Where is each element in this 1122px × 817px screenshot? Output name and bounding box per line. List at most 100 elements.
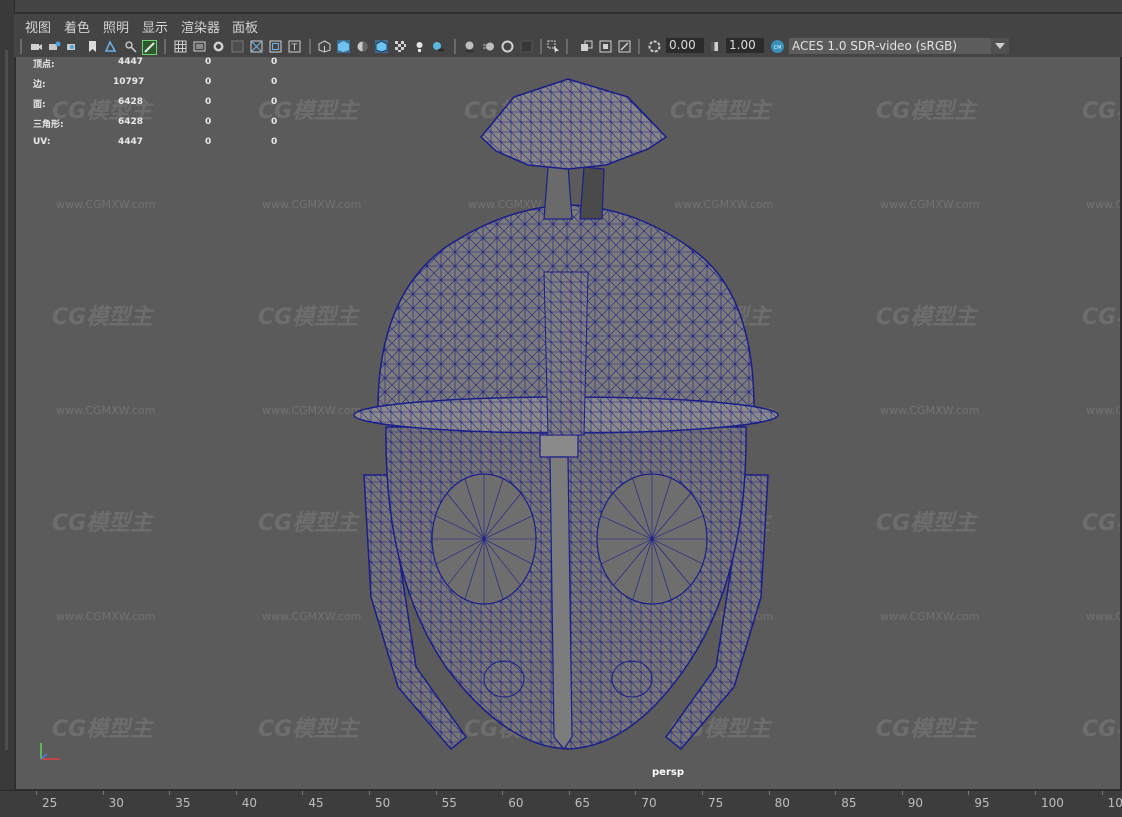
isolate-select-icon[interactable] xyxy=(547,40,560,53)
bookmark-icon[interactable] xyxy=(86,40,99,53)
hud-value: 0 xyxy=(205,77,212,87)
camera-name-label: persp xyxy=(652,767,684,778)
wireframe-icon[interactable] xyxy=(318,40,331,53)
hud-value: 4447 xyxy=(118,57,144,67)
2d-pan-icon[interactable] xyxy=(124,40,137,53)
time-slider-ruler[interactable]: 25 30 35 40 45 50 55 60 65 70 75 80 85 90 95 100 10 xyxy=(0,790,1122,817)
watermark-logo: CG模型主 xyxy=(876,99,977,124)
watermark-url: www.CGMXW.com xyxy=(56,610,156,623)
watermark-logo: CG模型主 xyxy=(876,305,977,330)
resolution-gate-icon[interactable] xyxy=(212,40,225,53)
hud-row-edges: 边: 10797 0 0 xyxy=(33,77,303,90)
hud-label: UV: xyxy=(33,137,51,147)
xray-icon[interactable] xyxy=(580,40,593,53)
helmet-wireframe-model[interactable] xyxy=(336,77,796,757)
ruler-tick xyxy=(568,791,570,795)
crest-stem-left xyxy=(543,164,573,220)
watermark-url: www.CGMXW.com xyxy=(880,610,980,623)
ruler-tick xyxy=(435,791,437,795)
menu-view[interactable]: 视图 xyxy=(25,17,51,36)
exposure-icon[interactable] xyxy=(648,40,661,53)
panel-toolbar: T 0.00 1.00 CM ACES 1.0 SDR-video (sRGB) xyxy=(14,36,1122,58)
ruler-tick xyxy=(768,791,770,795)
perspective-viewport[interactable]: CG模型主 www.CGMXW.com CG模型主 www.CGMXW.com CG模型… xyxy=(16,57,1120,789)
hud-value: 0 xyxy=(205,117,212,127)
safe-action-icon[interactable] xyxy=(269,40,282,53)
toolbar-separator xyxy=(454,39,456,54)
smooth-wireframe-icon[interactable] xyxy=(375,40,388,53)
lighting-icon[interactable] xyxy=(413,40,426,53)
select-camera-icon[interactable] xyxy=(30,40,43,53)
hud-value: 6428 xyxy=(118,97,144,107)
ruler-tick-label: 10 xyxy=(1107,796,1122,810)
ruler-tick xyxy=(1035,791,1036,795)
camera-lock-icon[interactable] xyxy=(66,40,79,53)
menu-panels[interactable]: 面板 xyxy=(232,17,258,36)
grease-pencil-icon[interactable] xyxy=(142,40,157,55)
ruler-tick-label: 45 xyxy=(308,796,324,810)
hud-label: 边: xyxy=(33,80,46,90)
color-management-select[interactable]: ACES 1.0 SDR-video (sRGB) xyxy=(789,38,1009,54)
watermark-url: www.CGMXW.com xyxy=(56,198,156,211)
textured-icon[interactable] xyxy=(394,40,407,53)
screen-space-ao-icon[interactable] xyxy=(463,40,476,53)
ocio-icon[interactable]: CM xyxy=(770,39,785,54)
color-management-value: ACES 1.0 SDR-video (sRGB) xyxy=(792,39,958,53)
default-material-icon[interactable] xyxy=(356,40,369,53)
ruler-tick xyxy=(169,791,171,795)
hud-value: 0 xyxy=(205,97,212,107)
ruler-tick-label: 55 xyxy=(441,796,457,810)
shadows-icon[interactable] xyxy=(432,40,445,53)
gate-mask-icon[interactable] xyxy=(231,40,244,53)
crest-stem-right xyxy=(579,166,605,220)
depth-of-field-icon[interactable] xyxy=(520,40,533,53)
exposure-field[interactable]: 0.00 xyxy=(666,38,704,53)
field-chart-icon[interactable] xyxy=(250,40,263,53)
ruler-tick xyxy=(635,791,637,795)
watermark-url: www.CGMXW.com xyxy=(880,198,980,211)
toolbar-separator xyxy=(164,39,166,54)
hud-row-uvs: UV: 4447 0 0 xyxy=(33,137,303,149)
menu-lighting[interactable]: 照明 xyxy=(103,17,129,36)
hud-value: 0 xyxy=(205,57,212,67)
ruler-tick-label: 95 xyxy=(974,796,990,810)
multisample-icon[interactable] xyxy=(501,40,514,53)
ruler-tick xyxy=(835,791,837,795)
camera-attr-icon[interactable] xyxy=(48,40,61,53)
image-plane-icon[interactable] xyxy=(104,40,117,53)
hud-row-vertices: 顶点: 4447 0 0 xyxy=(33,57,303,70)
watermark-url: www.CGMXW.com xyxy=(56,404,156,417)
menu-renderer[interactable]: 渲染器 xyxy=(181,17,220,36)
hud-value: 10797 xyxy=(113,77,145,87)
watermark-url: www.CGMXW.com xyxy=(1086,198,1120,211)
hud-value: 0 xyxy=(205,137,212,147)
grid-icon[interactable] xyxy=(174,40,187,53)
hud-row-faces: 面: 6428 0 0 xyxy=(33,97,303,110)
menu-show[interactable]: 显示 xyxy=(142,17,168,36)
toolbar-separator xyxy=(566,39,568,54)
ruler-tick-label: 35 xyxy=(175,796,191,810)
ruler-tick-label: 30 xyxy=(108,796,124,810)
menu-shading[interactable]: 着色 xyxy=(64,17,90,36)
ruler-tick xyxy=(901,791,903,795)
safe-title-icon[interactable]: T xyxy=(288,40,301,53)
hud-value: 0 xyxy=(271,57,278,67)
ruler-tick xyxy=(1101,791,1103,795)
watermark-logo: CG模型主 xyxy=(52,511,153,536)
ruler-tick-label: 25 xyxy=(42,796,58,810)
backface-icon[interactable] xyxy=(618,40,631,53)
nose-guard-cap xyxy=(539,434,579,458)
hud-value: 0 xyxy=(271,77,278,87)
ruler-tick-label: 80 xyxy=(774,796,790,810)
watermark-logo: CG模型主 xyxy=(876,511,977,536)
gamma-icon[interactable] xyxy=(708,40,721,53)
smooth-shade-icon[interactable] xyxy=(337,40,350,53)
film-gate-icon[interactable] xyxy=(193,40,206,53)
xray-joints-icon[interactable] xyxy=(599,40,612,53)
gamma-field[interactable]: 1.00 xyxy=(726,38,764,53)
chevron-down-icon[interactable] xyxy=(991,38,1009,54)
motion-blur-icon[interactable] xyxy=(482,40,495,53)
hud-label: 顶点: xyxy=(33,60,55,70)
ruler-tick-label: 60 xyxy=(508,796,524,810)
hud-value: 0 xyxy=(271,97,278,107)
